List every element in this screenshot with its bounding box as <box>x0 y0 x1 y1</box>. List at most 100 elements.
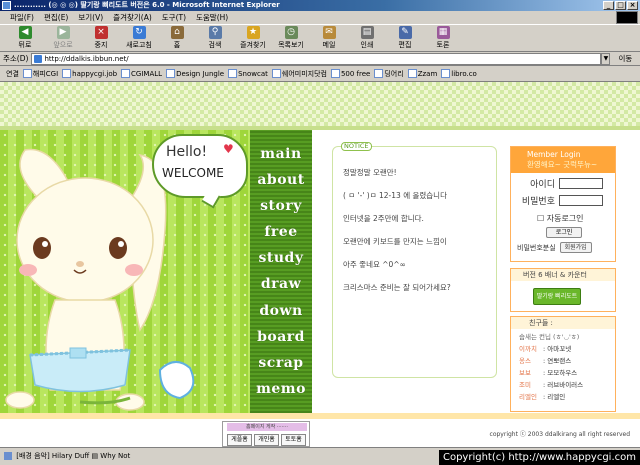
hero-banner: Hello! ♥ WELCOME main about story free s… <box>0 130 312 413</box>
homepage-title: 홈페이지 게작 ······· <box>227 423 307 431</box>
login-button[interactable]: 로그인 <box>546 227 582 238</box>
forward-button[interactable]: ▶ 앞으로 <box>44 25 82 52</box>
link-item[interactable]: 500 free <box>330 69 370 78</box>
home-icon: ⌂ <box>170 26 184 39</box>
favorites-button[interactable]: ★ 즐겨찾기 <box>234 25 272 52</box>
menu-favorites[interactable]: 즐겨찾기(A) <box>113 12 152 23</box>
link-icon <box>166 69 176 78</box>
link-item[interactable]: Design Jungle <box>166 69 224 78</box>
mail-icon: ✉ <box>322 26 336 39</box>
home-button[interactable]: ⌂ 홈 <box>158 25 196 52</box>
link-item[interactable]: CGIMALL <box>121 69 162 78</box>
link-item[interactable]: 쉐어미미지닷컴 <box>271 69 327 79</box>
maximize-button[interactable]: □ <box>615 1 626 10</box>
minimize-button[interactable]: _ <box>603 1 614 10</box>
history-icon: ◷ <box>284 26 298 39</box>
window-controls: _ □ × <box>603 1 638 10</box>
homepage-button[interactable]: 개인홈 <box>254 434 279 446</box>
status-page-icon <box>4 452 12 460</box>
login-header: Member Login 환영해요~ 긋럭뚜뉴~ <box>511 147 615 173</box>
nav-about[interactable]: about <box>257 172 304 188</box>
main-nav: main about story free study draw down bo… <box>250 130 312 413</box>
menu-file[interactable]: 파일(F) <box>10 12 34 23</box>
discuss-button[interactable]: ▦ 토론 <box>424 25 462 52</box>
nav-board[interactable]: board <box>257 329 305 345</box>
edit-icon: ✎ <box>398 26 412 39</box>
checker-header <box>0 82 640 130</box>
nav-down[interactable]: down <box>259 303 302 319</box>
link-icon <box>441 69 451 78</box>
welcome-bubble: Hello! ♥ WELCOME <box>152 134 248 209</box>
password-input[interactable] <box>559 195 603 206</box>
login-box: Member Login 환영해요~ 긋럭뚜뉴~ 아이디 비밀번호 ☐ 자동로그… <box>510 146 616 262</box>
print-button[interactable]: ▤ 인쇄 <box>348 25 386 52</box>
links-label: 연결 <box>6 69 19 78</box>
find-password-link[interactable]: 비밀번호분실 <box>517 243 556 253</box>
friend-row[interactable]: 조미: 러브바이러스 <box>511 379 615 389</box>
link-item[interactable]: Snowcat <box>228 69 268 78</box>
mail-button[interactable]: ✉ 메일 <box>310 25 348 52</box>
banner-image[interactable]: 딸기랑 삐리도트 <box>533 288 581 305</box>
forward-arrow-icon: ▶ <box>56 26 70 39</box>
link-icon <box>228 69 238 78</box>
link-item[interactable]: libro.co <box>441 69 477 78</box>
heart-icon: ♥ <box>223 142 234 156</box>
refresh-button[interactable]: ↻ 새로고침 <box>120 25 158 52</box>
menu-edit[interactable]: 편집(E) <box>44 12 68 23</box>
go-button[interactable]: 이동 <box>618 53 632 64</box>
address-dropdown-button[interactable]: ▼ <box>601 52 611 65</box>
hello-text: Hello! <box>166 144 208 160</box>
login-title: Member Login <box>527 150 581 159</box>
link-item[interactable]: 딩어리 <box>374 69 404 79</box>
link-icon <box>22 69 32 78</box>
homepage-button[interactable]: 게플홈 <box>227 434 252 446</box>
nav-scrap[interactable]: scrap <box>258 355 303 371</box>
stop-button[interactable]: × 중지 <box>82 25 120 52</box>
pw-label: 비밀번호 <box>521 197 555 207</box>
nav-study[interactable]: study <box>259 250 304 266</box>
link-item[interactable]: 해피CGI <box>22 69 58 79</box>
edit-button[interactable]: ✎ 편집 <box>386 25 424 52</box>
links-bar: 연결 해피CGI happycgi.job CGIMALL Design Jun… <box>0 66 640 82</box>
close-button[interactable]: × <box>627 1 638 10</box>
nav-story[interactable]: story <box>260 198 302 214</box>
welcome-text: WELCOME <box>162 166 224 180</box>
notice-item: 아주 좋네요 ^0^∞ <box>343 260 406 269</box>
discuss-icon: ▦ <box>436 26 450 39</box>
friend-row[interactable]: 보보: 모모하우스 <box>511 367 615 377</box>
address-input[interactable]: http://ddalkis.ibbun.net/ <box>31 52 602 65</box>
auto-login-checkbox[interactable]: ☐ 자동로그인 <box>511 213 615 224</box>
link-icon <box>62 69 72 78</box>
join-button[interactable]: 회원가입 <box>559 242 592 253</box>
nav-memo[interactable]: memo <box>256 381 306 397</box>
toolbar: ◀ 뒤로 ▶ 앞으로 × 중지 ↻ 새로고침 ⌂ 홈 ⚲ 검색 ★ 즐겨찾기 ◷ 목록보기 ✉ 메… <box>0 24 640 52</box>
watermark: Copyright(c) http://www.happycgi.com <box>438 450 640 465</box>
search-button[interactable]: ⚲ 검색 <box>196 25 234 52</box>
friend-row[interactable]: 이까치: 아마꼬넷 <box>511 343 615 353</box>
menu-bar: 파일(F) 편집(E) 보기(V) 즐겨찾기(A) 도구(T) 도움말(H) <box>0 11 640 24</box>
nav-main[interactable]: main <box>260 146 301 162</box>
friend-row[interactable]: 리엘인: 리엘인 <box>511 391 615 401</box>
homepage-box: 홈페이지 게작 ······· 게플홈 개인홈 토토홈 <box>222 421 310 447</box>
homepage-button[interactable]: 토토홈 <box>281 434 306 446</box>
friends-title: 친구들 : <box>511 317 615 329</box>
history-button[interactable]: ◷ 목록보기 <box>272 25 310 52</box>
notice-item: 오랜만에 키보드를 만지는 느낌이 <box>343 237 447 246</box>
friend-row[interactable]: 옹스: 연뽀랜스 <box>511 355 615 365</box>
pw-row: 비밀번호 <box>511 194 615 207</box>
link-item[interactable]: Zzam <box>407 69 437 78</box>
notice-list: 정말정말 오랜만! ( ㅁ '-' )ㅁ 12-13 에 올렸습니다 인터넷을 … <box>343 167 493 293</box>
homepage-buttons: 게플홈 개인홈 토토홈 <box>227 434 306 446</box>
back-button[interactable]: ◀ 뒤로 <box>6 25 44 52</box>
page-icon <box>34 54 43 63</box>
link-item[interactable]: happycgi.job <box>62 69 117 78</box>
back-arrow-icon: ◀ <box>18 26 32 39</box>
nav-draw[interactable]: draw <box>261 276 301 292</box>
address-label: 주소(D) <box>3 54 29 63</box>
id-input[interactable] <box>559 178 603 189</box>
link-icon <box>121 69 131 78</box>
menu-view[interactable]: 보기(V) <box>78 12 103 23</box>
menu-help[interactable]: 도움말(H) <box>196 12 228 23</box>
nav-free[interactable]: free <box>264 224 297 240</box>
menu-tools[interactable]: 도구(T) <box>162 12 186 23</box>
